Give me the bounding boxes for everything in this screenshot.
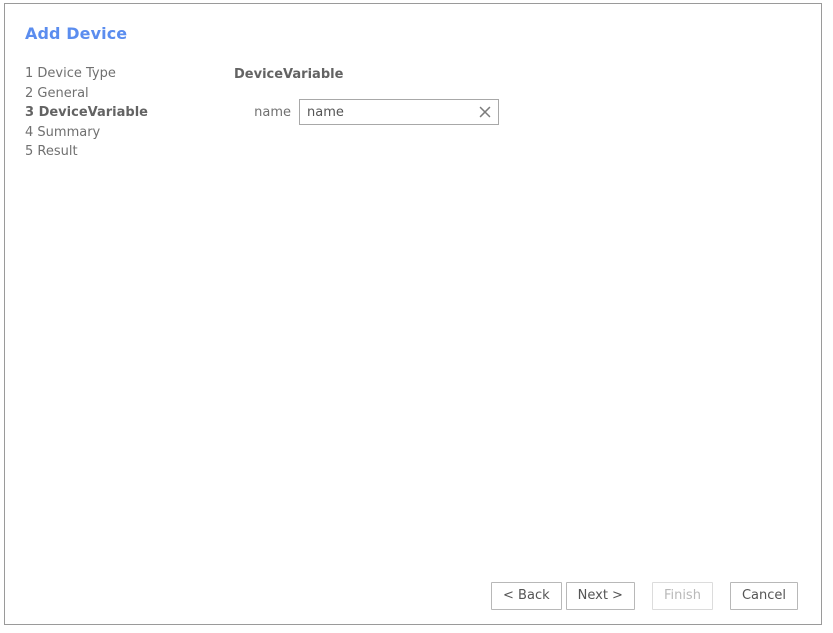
step-label: General: [37, 85, 89, 101]
name-field-label: name: [254, 104, 291, 120]
cancel-button[interactable]: Cancel: [729, 582, 798, 610]
step-label: Summary: [37, 124, 101, 140]
step-number: 4: [25, 124, 34, 140]
wizard-step-summary[interactable]: 4 Summary: [25, 123, 210, 143]
add-device-wizard-window: Add Device 1 Device Type 2 General 3 Dev…: [4, 3, 822, 625]
wizard-step-devicevariable[interactable]: 3 DeviceVariable: [25, 103, 210, 123]
wizard-step-result[interactable]: 5 Result: [25, 142, 210, 162]
back-button[interactable]: < Back: [491, 582, 562, 610]
wizard-step-device-type[interactable]: 1 Device Type: [25, 64, 210, 84]
page-title: Add Device: [25, 24, 128, 43]
step-number: 1: [25, 66, 34, 81]
form-row-name: name: [234, 99, 499, 125]
name-input[interactable]: [300, 100, 498, 124]
wizard-step-general[interactable]: 2 General: [25, 84, 210, 104]
step-number: 3: [25, 105, 35, 120]
finish-button: Finish: [651, 582, 713, 610]
next-button[interactable]: Next >: [565, 582, 635, 610]
close-icon[interactable]: [478, 105, 492, 119]
devicevariable-form-panel: DeviceVariable name: [234, 65, 805, 125]
step-number: 2: [25, 85, 34, 101]
wizard-step-list: 1 Device Type 2 General 3 DeviceVariable…: [25, 64, 210, 162]
step-label: DeviceVariable: [38, 105, 148, 120]
step-label: Device Type: [37, 66, 116, 81]
step-number: 5: [25, 144, 34, 159]
step-label: Result: [37, 144, 78, 159]
wizard-footer: < Back Next > Finish Cancel: [5, 582, 821, 610]
form-section-heading: DeviceVariable: [234, 67, 344, 82]
name-field-wrapper[interactable]: [299, 99, 499, 125]
